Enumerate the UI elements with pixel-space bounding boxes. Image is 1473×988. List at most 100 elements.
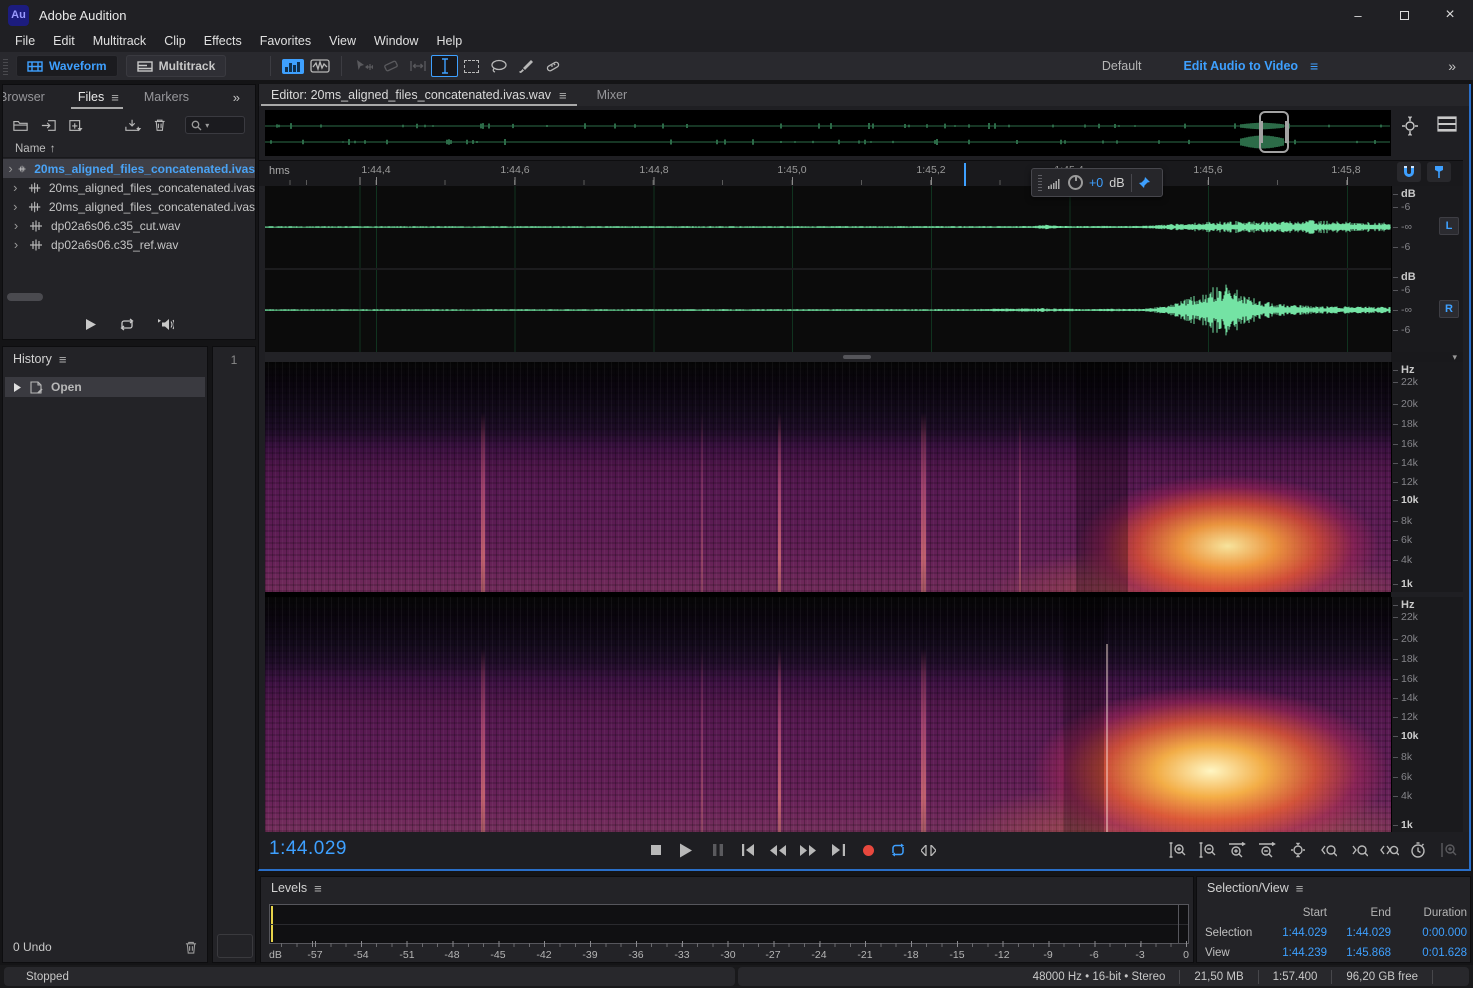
hud-grip-icon[interactable] (1038, 175, 1042, 191)
files-search-input[interactable]: ▾ (185, 116, 245, 134)
razor-tool[interactable] (377, 55, 404, 77)
trash-icon[interactable] (154, 118, 166, 132)
export-icon[interactable] (125, 118, 142, 132)
slip-tool[interactable] (404, 55, 431, 77)
amplitude-ruler[interactable]: dB -6 -∞ -6 L dB -6 -∞ -6 R (1391, 186, 1463, 352)
pin-hud-icon[interactable] (1138, 176, 1151, 189)
spectral-display-toggle[interactable] (306, 55, 333, 77)
file-row[interactable]: › 20ms_aligned_files_concatenated.ivas (3, 178, 255, 197)
zoom-in-right-edge-button[interactable] (1347, 839, 1373, 861)
current-time-display[interactable]: 1:44.029 (269, 838, 347, 860)
play-button[interactable] (673, 839, 699, 861)
menu-file[interactable]: File (6, 30, 44, 52)
tab-files[interactable]: Files (78, 90, 104, 104)
move-tool[interactable] (350, 55, 377, 77)
record-button[interactable] (855, 839, 881, 861)
editor-panel-menu-icon[interactable]: ≡ (559, 88, 567, 103)
scrollbar-thumb[interactable] (843, 355, 871, 359)
expand-chevron-icon[interactable]: › (3, 180, 28, 195)
preview-loop-button[interactable] (119, 318, 135, 331)
menu-effects[interactable]: Effects (195, 30, 251, 52)
view-start-value[interactable]: 1:44.239 (1269, 947, 1327, 959)
expand-chevron-icon[interactable]: › (3, 218, 29, 233)
panel-overflow-icon[interactable]: » (233, 90, 239, 105)
waveform-display-toggle[interactable] (279, 55, 306, 77)
zoom-reset-button[interactable] (1285, 839, 1311, 861)
close-button[interactable]: × (1427, 0, 1473, 30)
gain-knob[interactable] (1068, 175, 1083, 190)
left-channel-button[interactable]: L (1439, 217, 1459, 235)
minimize-button[interactable]: – (1335, 0, 1381, 30)
ruler-options-strip[interactable]: ▾ (1391, 352, 1463, 362)
selection-view-menu-icon[interactable]: ≡ (1296, 881, 1304, 896)
levels-panel-menu-icon[interactable]: ≡ (314, 881, 322, 896)
expand-chevron-icon[interactable]: › (3, 237, 29, 252)
playhead-marker[interactable] (964, 163, 966, 187)
zoom-full-icon[interactable] (1399, 116, 1421, 136)
marquee-selection-tool[interactable] (458, 55, 485, 77)
level-meter[interactable] (269, 904, 1189, 944)
paintbrush-selection-tool[interactable] (512, 55, 539, 77)
history-panel-menu-icon[interactable]: ≡ (59, 352, 67, 367)
history-item-open[interactable]: Open (5, 377, 205, 397)
toolbar-overflow-icon[interactable]: » (1448, 58, 1455, 74)
skip-selection-button[interactable] (915, 839, 941, 861)
time-selection-tool[interactable] (431, 55, 458, 77)
menu-view[interactable]: View (320, 30, 365, 52)
loop-playback-button[interactable] (885, 839, 911, 861)
editor-horizontal-scrollbar[interactable] (265, 352, 1391, 362)
fast-forward-button[interactable] (795, 839, 821, 861)
zoom-timer-button[interactable] (1405, 839, 1431, 861)
frequency-ruler-right[interactable]: Hz 22k 20k 18k 16k 14k 12k 10k 8k 6k 4k … (1391, 597, 1463, 832)
tab-browser[interactable]: Browser (2, 90, 45, 104)
open-folder-icon[interactable] (13, 119, 29, 132)
maximize-button[interactable] (1381, 0, 1427, 30)
gain-value[interactable]: +0 (1089, 176, 1103, 190)
selection-end-value[interactable]: 1:44.029 (1329, 927, 1391, 939)
add-marker-button[interactable] (1427, 162, 1451, 182)
selection-start-value[interactable]: 1:44.029 (1269, 927, 1327, 939)
new-file-icon[interactable] (69, 119, 83, 132)
menu-help[interactable]: Help (427, 30, 471, 52)
file-row[interactable]: › dp02a6s06.c35_ref.wav (3, 235, 255, 254)
frequency-ruler-left[interactable]: Hz 22k 20k 18k 16k 14k 12k 10k 8k 6k 4k … (1391, 362, 1463, 592)
menu-clip[interactable]: Clip (155, 30, 195, 52)
multitrack-view-button[interactable]: Multitrack (126, 55, 227, 77)
files-horizontal-scrollbar[interactable] (7, 293, 253, 303)
files-column-header[interactable]: Name ↑ (3, 141, 255, 158)
collapsed-panel-strip[interactable]: 1 (212, 346, 256, 963)
zoom-in-time-button[interactable] (1224, 839, 1250, 861)
zoom-in-left-edge-button[interactable] (1316, 839, 1342, 861)
import-file-icon[interactable] (41, 119, 57, 132)
skip-to-end-button[interactable] (825, 839, 851, 861)
auto-play-button[interactable] (157, 318, 174, 331)
snap-magnet-button[interactable] (1397, 162, 1421, 182)
view-end-value[interactable]: 1:45.868 (1329, 947, 1391, 959)
workspace-active[interactable]: Edit Audio to Video (1183, 59, 1298, 73)
spectrogram-left-channel[interactable] (265, 362, 1391, 592)
tab-mixer[interactable]: Mixer (585, 84, 640, 106)
workspace-default[interactable]: Default (1102, 59, 1142, 73)
workspace-menu-icon[interactable]: ≡ (1310, 58, 1318, 74)
rewind-button[interactable] (765, 839, 791, 861)
file-row[interactable]: › 20ms_aligned_files_concatenated.ivas (3, 197, 255, 216)
ruler-dropdown-icon[interactable]: ▾ (1452, 352, 1457, 362)
spot-healing-brush-tool[interactable] (539, 55, 566, 77)
right-channel-button[interactable]: R (1439, 300, 1459, 318)
zoom-disabled-button[interactable] (1435, 839, 1461, 861)
tab-markers[interactable]: Markers (144, 90, 189, 104)
zoom-out-amplitude-button[interactable] (1194, 839, 1220, 861)
waveform-view-button[interactable]: Waveform (16, 55, 118, 77)
overview-viewport-handle[interactable] (1259, 111, 1289, 153)
editor-display-menu-icon[interactable] (1437, 116, 1457, 132)
spectrogram-right-channel[interactable] (265, 597, 1391, 832)
menu-multitrack[interactable]: Multitrack (84, 30, 155, 52)
zoom-in-amplitude-button[interactable] (1164, 839, 1190, 861)
waveform-overview-strip[interactable] (265, 110, 1391, 156)
zoom-out-time-button[interactable] (1254, 839, 1280, 861)
expand-chevron-icon[interactable]: › (3, 199, 28, 214)
clear-history-trash-icon[interactable] (185, 941, 197, 954)
file-row[interactable]: › dp02a6s06.c35_cut.wav (3, 216, 255, 235)
zoom-to-selection-button[interactable] (1376, 839, 1402, 861)
expand-chevron-icon[interactable]: › (3, 161, 18, 176)
